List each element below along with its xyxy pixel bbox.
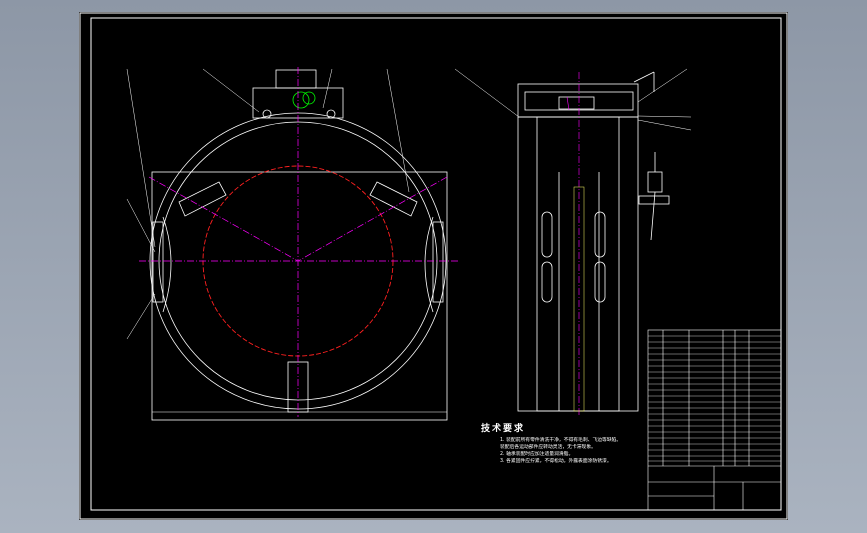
base-outline <box>151 171 448 421</box>
slot-left-2 <box>541 261 553 303</box>
slot-right-2 <box>594 261 606 303</box>
top-cap <box>517 83 639 118</box>
leader-r1 <box>454 68 520 118</box>
center-lines <box>139 67 459 417</box>
leader-5 <box>126 198 156 253</box>
column-body <box>517 116 639 412</box>
green-gear <box>292 91 310 109</box>
detail-stem <box>650 191 656 241</box>
tech-note-line: 2. 轴承装配时应加注适量润滑脂。 <box>500 452 574 457</box>
leader-6 <box>126 293 156 340</box>
leader-2 <box>202 68 260 113</box>
leader-4 <box>386 68 410 193</box>
gear-box <box>558 96 595 110</box>
tech-note-line: 装配后各运动部件应转动灵活，无卡滞现象。 <box>500 445 596 450</box>
tech-requirements-title: 技术要求 <box>481 424 526 434</box>
tech-requirements-notes: 1. 装配前所有零件清洗干净，不得有毛刺、飞边等缺陷。 装配后各运动部件应转动灵… <box>500 437 700 465</box>
slot-left <box>541 211 553 258</box>
handle <box>633 71 655 83</box>
leader-r3 <box>637 115 692 118</box>
cad-viewport[interactable]: 技术要求 1. 装配前所有零件清洗干净，不得有毛刺、飞边等缺陷。 装配后各运动部… <box>0 0 867 533</box>
leader-r2 <box>637 68 688 103</box>
leader-1 <box>126 68 156 248</box>
slot-right <box>594 211 606 258</box>
column-inner <box>536 116 620 412</box>
detail-block <box>647 171 663 193</box>
tech-note-line: 1. 装配前所有零件清洗干净，不得有毛刺、飞边等缺陷。 <box>500 438 622 443</box>
leader-r4 <box>637 119 692 131</box>
left-view <box>126 68 448 421</box>
leader-3 <box>322 68 333 109</box>
right-view <box>454 68 692 412</box>
spoke-upper-right <box>369 181 418 217</box>
tech-note-line: 3. 各紧固件应拧紧，不得松动。外露表面涂防锈漆。 <box>500 459 612 464</box>
drawing-sheet: 技术要求 1. 装配前所有零件清洗干净，不得有毛刺、飞边等缺陷。 装配后各运动部… <box>79 12 788 520</box>
spoke-upper-left <box>178 181 227 217</box>
top-bracket <box>275 69 317 89</box>
gear-mark <box>566 96 570 111</box>
bolt-left <box>262 109 272 119</box>
